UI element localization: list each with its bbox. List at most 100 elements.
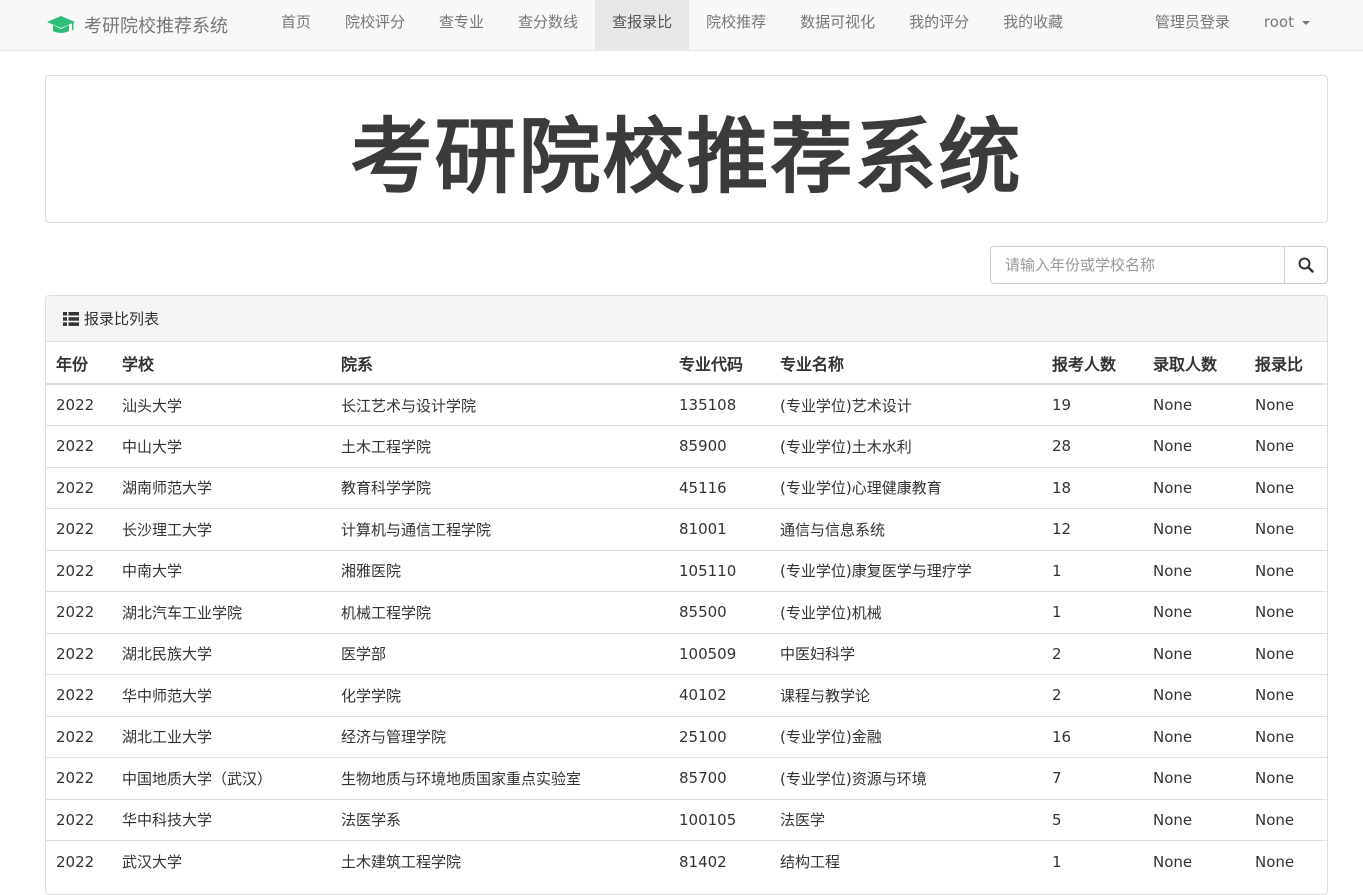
nav-link-1[interactable]: 院校评分 [328, 0, 422, 50]
table-cell: 长江艺术与设计学院 [331, 383, 669, 426]
table-cell: 2 [1042, 674, 1143, 716]
panel-heading: 报录比列表 [46, 296, 1327, 342]
table-cell: 85900 [669, 425, 770, 467]
table-cell: (专业学位)康复医学与理疗学 [770, 549, 1042, 592]
column-header: 学校 [112, 342, 331, 385]
table-cell: 湘雅医院 [331, 549, 669, 592]
admin-login-link[interactable]: 管理员登录 [1138, 0, 1247, 50]
graduation-cap-icon [46, 13, 76, 37]
table-row: 2022 湖北工业大学 经济与管理学院 25100 (专业学位)金融 16 None None [46, 715, 1327, 758]
table-cell: 28 [1042, 425, 1143, 467]
table-cell: None [1245, 591, 1327, 633]
table-cell: 85500 [669, 591, 770, 633]
table-cell: None [1245, 383, 1327, 426]
table-cell: 课程与教学论 [770, 674, 1042, 716]
column-header: 院系 [331, 342, 669, 385]
table-cell: 计算机与通信工程学院 [331, 508, 669, 550]
table-cell: None [1245, 674, 1327, 716]
table-cell: 5 [1042, 798, 1143, 841]
table-cell: 2022 [46, 798, 112, 841]
table-cell: (专业学位)土木水利 [770, 425, 1042, 467]
table-cell: (专业学位)艺术设计 [770, 383, 1042, 426]
table-cell: 湖南师范大学 [112, 466, 331, 509]
nav-link-0[interactable]: 首页 [264, 0, 328, 50]
table-row: 2022 长沙理工大学 计算机与通信工程学院 81001 通信与信息系统 12 None No… [46, 508, 1327, 550]
table-cell: 机械工程学院 [331, 591, 669, 633]
table-cell: 法医学 [770, 798, 1042, 841]
page-title: 考研院校推荐系统 [350, 109, 1023, 205]
table-cell: None [1143, 674, 1245, 716]
table-cell: 教育科学学院 [331, 466, 669, 509]
table-cell: 湖北工业大学 [112, 715, 331, 758]
table-body: 2022 汕头大学 长江艺术与设计学院 135108 (专业学位)艺术设计 19 None N… [46, 383, 1327, 882]
table-cell: 45116 [669, 466, 770, 509]
table-cell: 100509 [669, 632, 770, 675]
nav-links: 首页 院校评分 查专业 查分数线 查报录比 院校推荐 数据可视化 我的评分 我的收藏 [264, 0, 1080, 50]
user-name: root [1263, 13, 1294, 31]
table-header-row: 年份 学校 院系 专业代码 专业名称 报考人数 录取人数 报录比 [46, 342, 1327, 385]
search-form [990, 246, 1328, 284]
table-cell: 1 [1042, 549, 1143, 592]
table-cell: 中国地质大学（武汉） [112, 757, 331, 799]
table-row: 2022 中国地质大学（武汉） 生物地质与环境地质国家重点实验室 85700 (专业学位… [46, 757, 1327, 799]
jumbotron: 考研院校推荐系统 [45, 75, 1328, 223]
table-row: 2022 汕头大学 长江艺术与设计学院 135108 (专业学位)艺术设计 19 None N… [46, 383, 1327, 426]
column-header: 录取人数 [1143, 342, 1245, 385]
nav-link-2[interactable]: 查专业 [422, 0, 501, 50]
table-cell: 2022 [46, 715, 112, 758]
table-cell: 医学部 [331, 632, 669, 675]
nav-link-6[interactable]: 数据可视化 [783, 0, 892, 50]
table-cell: 华中科技大学 [112, 798, 331, 841]
table-cell: (专业学位)金融 [770, 715, 1042, 758]
table-cell: 12 [1042, 508, 1143, 550]
ratio-table: 年份 学校 院系 专业代码 专业名称 报考人数 录取人数 报录比 2022 汕头大学 长江艺术与设… [46, 342, 1327, 882]
table-cell: 湖北民族大学 [112, 632, 331, 675]
ratio-list-panel: 报录比列表 年份 学校 院系 专业代码 专业名称 报考人数 录取人数 报录比 2022 汕头大学… [45, 295, 1328, 895]
table-cell: 2022 [46, 425, 112, 467]
table-cell: None [1143, 591, 1245, 633]
column-header: 专业代码 [669, 342, 770, 385]
table-cell: None [1143, 383, 1245, 426]
table-cell: None [1143, 508, 1245, 550]
search-icon [1298, 257, 1314, 273]
search-button[interactable] [1284, 246, 1328, 284]
column-header: 专业名称 [770, 342, 1042, 385]
table-cell: None [1245, 425, 1327, 467]
user-menu-dropdown[interactable]: root [1247, 0, 1327, 50]
table-cell: 经济与管理学院 [331, 715, 669, 758]
top-navbar: 考研院校推荐系统 首页 院校评分 查专业 查分数线 查报录比 院校推荐 数据可视化 我的评分我… [0, 0, 1363, 51]
table-cell: None [1143, 425, 1245, 467]
table-cell: 2022 [46, 466, 112, 509]
nav-link-7[interactable]: 我的评分 [892, 0, 986, 50]
brand[interactable]: 考研院校推荐系统 [46, 0, 228, 50]
table-cell: None [1143, 466, 1245, 509]
search-input[interactable] [990, 246, 1284, 284]
nav-link-8[interactable]: 我的收藏 [986, 0, 1080, 50]
nav-link-5[interactable]: 院校推荐 [689, 0, 783, 50]
column-header: 报考人数 [1042, 342, 1143, 385]
table-cell: None [1143, 715, 1245, 758]
table-cell: 105110 [669, 549, 770, 592]
table-cell: 土木工程学院 [331, 425, 669, 467]
table-cell: 2022 [46, 757, 112, 799]
nav-link-3[interactable]: 查分数线 [501, 0, 595, 50]
table-cell: 湖北汽车工业学院 [112, 591, 331, 633]
table-cell: None [1245, 632, 1327, 675]
list-icon [63, 311, 79, 326]
table-cell: 2022 [46, 508, 112, 550]
nav-link-4[interactable]: 查报录比 [595, 0, 690, 50]
table-cell: 长沙理工大学 [112, 508, 331, 550]
table-row: 2022 华中科技大学 法医学系 100105 法医学 5 None None [46, 798, 1327, 841]
caret-down-icon [1302, 20, 1310, 25]
table-cell: 中医妇科学 [770, 632, 1042, 675]
table-cell: 2022 [46, 591, 112, 633]
table-cell: 19 [1042, 383, 1143, 426]
table-row: 2022 湖北民族大学 医学部 100509 中医妇科学 2 None None [46, 632, 1327, 675]
table-cell: 2022 [46, 632, 112, 675]
table-cell: None [1245, 508, 1327, 550]
table-cell: 生物地质与环境地质国家重点实验室 [331, 757, 669, 799]
table-cell: None [1245, 715, 1327, 758]
table-cell: 25100 [669, 715, 770, 758]
table-cell: (专业学位)资源与环境 [770, 757, 1042, 799]
table-cell: None [1143, 798, 1245, 841]
